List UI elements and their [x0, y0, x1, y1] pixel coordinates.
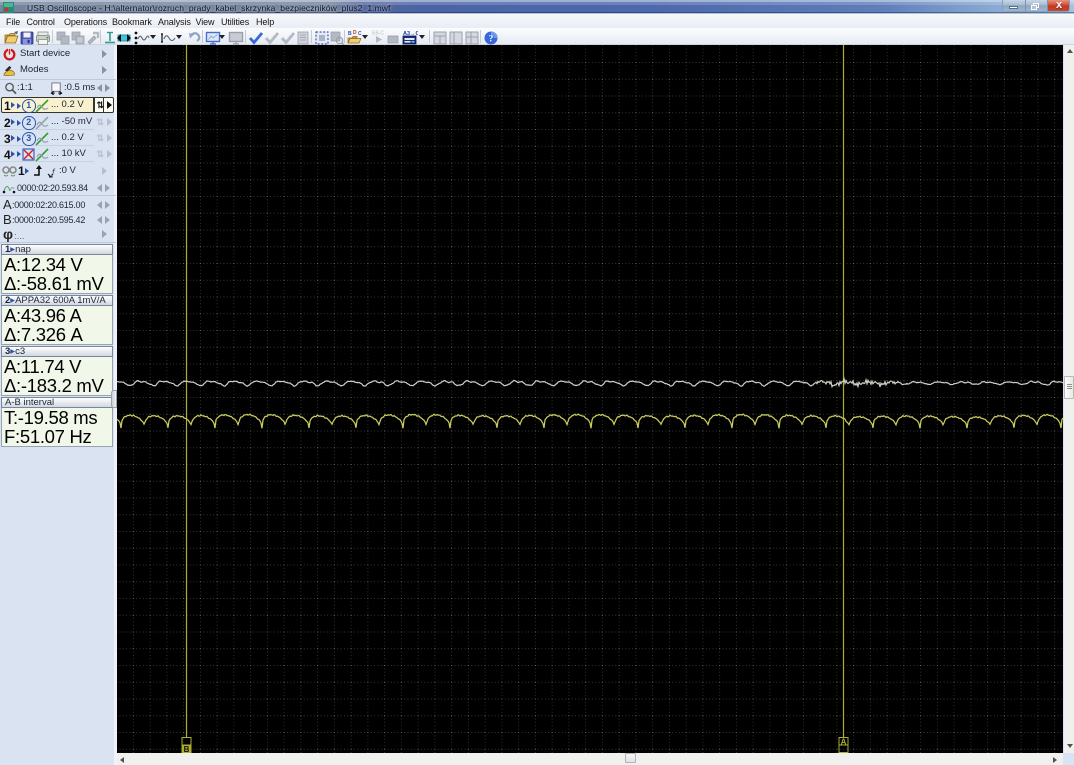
- svg-text:f: f: [52, 167, 56, 177]
- svg-text:D: D: [353, 30, 357, 36]
- svg-text:EB-C: EB-C: [372, 31, 384, 37]
- svg-text:B: B: [184, 745, 190, 753]
- svg-text:?: ?: [489, 34, 494, 44]
- svg-text:B: B: [348, 31, 352, 37]
